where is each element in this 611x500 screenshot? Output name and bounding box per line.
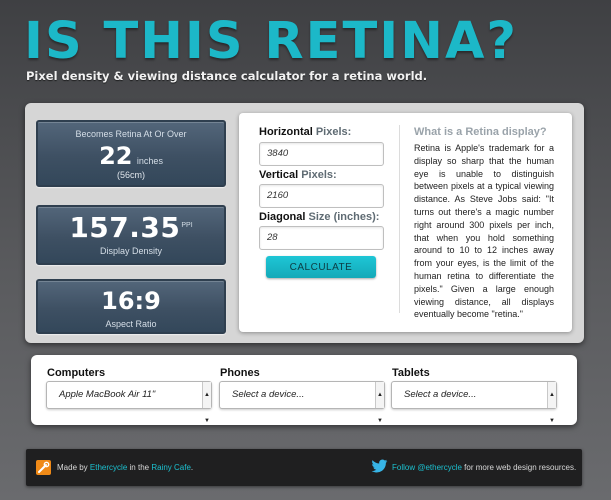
- computers-select[interactable]: Apple MacBook Air 11" ▲ ▼: [46, 381, 212, 424]
- ethercycle-logo-icon[interactable]: [36, 460, 51, 475]
- panel-divider: [399, 125, 400, 313]
- diagonal-size-label: Diagonal Size (inches):: [259, 211, 380, 223]
- calculate-button[interactable]: CALCULATE: [266, 256, 376, 278]
- made-by-credit: Made by Ethercycle in the Rainy Cafe.: [57, 463, 194, 472]
- diagonal-size-input[interactable]: 28: [259, 226, 384, 250]
- aspect-ratio-value: 16:9: [101, 287, 161, 315]
- computers-label: Computers: [47, 367, 106, 379]
- site-footer: Made by Ethercycle in the Rainy Cafe. Fo…: [26, 449, 582, 486]
- retina-distance-value: 22: [99, 142, 133, 170]
- page-subtitle: Pixel density & viewing distance calcula…: [26, 69, 428, 83]
- horizontal-pixels-label: Horizontal Pixels:: [259, 126, 352, 138]
- display-density-value: 157.35: [69, 211, 181, 244]
- aspect-ratio-stat: 16:9 Aspect Ratio: [36, 279, 226, 334]
- display-density-unit: PPI: [181, 222, 193, 229]
- twitter-bird-icon[interactable]: [371, 459, 388, 476]
- phones-dropdown-arrow-icon: ▲ ▼: [375, 382, 384, 424]
- vertical-pixels-input[interactable]: 2160: [259, 184, 384, 208]
- computers-selected: Apple MacBook Air 11": [59, 389, 156, 400]
- vertical-pixels-label: Vertical Pixels:: [259, 169, 337, 181]
- computers-dropdown-arrow-icon: ▲ ▼: [202, 382, 211, 424]
- retina-distance-unit: inches: [136, 156, 163, 166]
- display-density-label: Display Density: [99, 246, 163, 256]
- aspect-ratio-label: Aspect Ratio: [105, 319, 157, 329]
- follow-credit: Follow @ethercycle for more web design r…: [392, 463, 577, 472]
- retina-distance-label: Becomes Retina At Or Over: [75, 129, 187, 139]
- tablets-label: Tablets: [392, 367, 430, 379]
- calculator-card: Becomes Retina At Or Over 22 inches (56c…: [25, 103, 584, 343]
- display-density-stat: 157.35PPI Display Density: [36, 205, 226, 265]
- page-title: IS THIS RETINA?: [24, 12, 519, 71]
- device-picker-card: Computers Apple MacBook Air 11" ▲ ▼ Phone…: [31, 355, 577, 425]
- retina-distance-cm: (56cm): [116, 170, 145, 180]
- phones-selected: Select a device...: [232, 389, 305, 400]
- rainy-cafe-link[interactable]: Rainy Cafe: [151, 463, 191, 472]
- info-text: Retina is Apple's trademark for a displa…: [414, 143, 554, 320]
- tablets-select[interactable]: Select a device... ▲ ▼: [391, 381, 557, 424]
- info-title: What is a Retina display?: [414, 126, 547, 138]
- tablets-dropdown-arrow-icon: ▲ ▼: [547, 382, 556, 424]
- follow-ethercycle-link[interactable]: Follow @ethercycle: [392, 463, 462, 472]
- tablets-selected: Select a device...: [404, 389, 477, 400]
- phones-label: Phones: [220, 367, 260, 379]
- horizontal-pixels-input[interactable]: 3840: [259, 142, 384, 166]
- calculator-panel: Horizontal Pixels: 3840 Vertical Pixels:…: [239, 113, 572, 332]
- ethercycle-link[interactable]: Ethercycle: [90, 463, 127, 472]
- retina-distance-stat: Becomes Retina At Or Over 22 inches (56c…: [36, 120, 226, 187]
- phones-select[interactable]: Select a device... ▲ ▼: [219, 381, 385, 424]
